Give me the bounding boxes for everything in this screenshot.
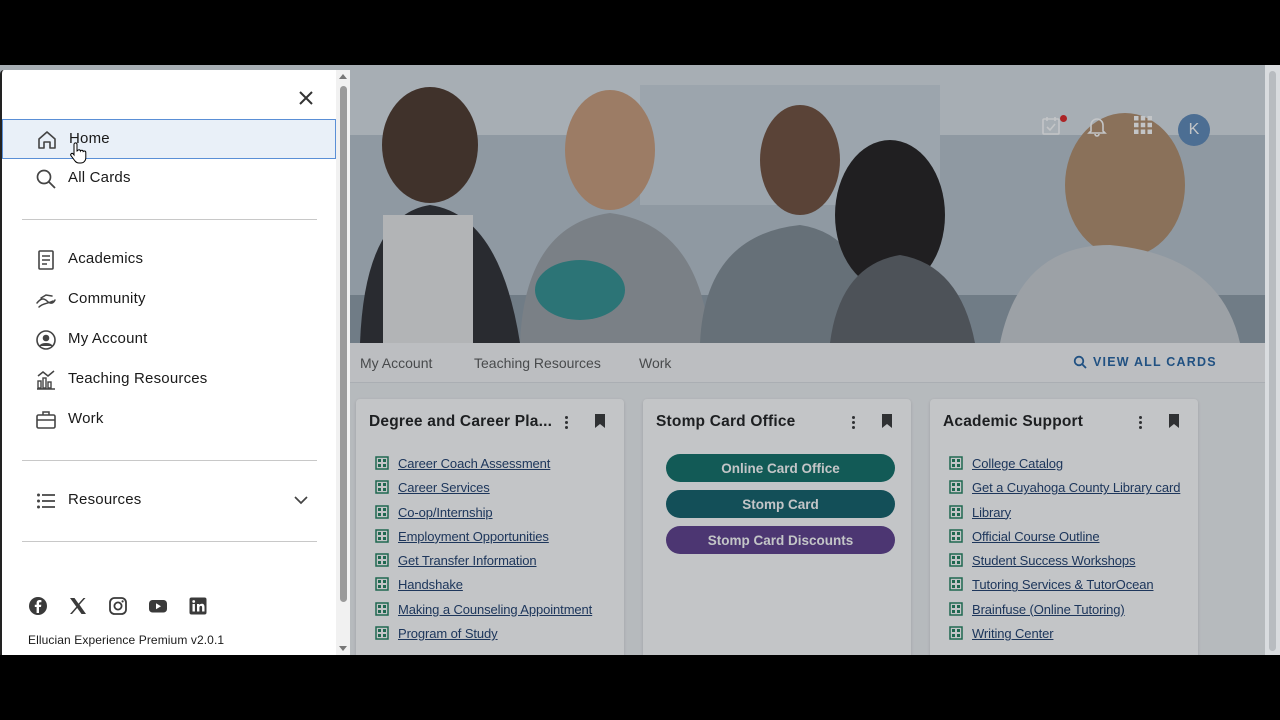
sidebar-item-label: Resources xyxy=(68,491,142,508)
sidebar-item-work[interactable]: Work xyxy=(2,399,336,439)
instagram-icon[interactable] xyxy=(108,596,128,616)
close-icon[interactable] xyxy=(296,88,316,108)
sidebar-item-label: Community xyxy=(68,290,146,307)
briefcase-icon xyxy=(36,411,56,429)
facebook-icon[interactable] xyxy=(28,596,48,616)
chevron-down-icon[interactable] xyxy=(294,495,308,505)
sidebar-item-label: Teaching Resources xyxy=(68,370,208,387)
sidebar-item-label: My Account xyxy=(68,330,148,347)
sidebar-item-all-cards[interactable]: All Cards xyxy=(2,158,336,198)
sidebar-item-home[interactable]: Home xyxy=(2,119,336,159)
sidebar-item-label: Work xyxy=(68,410,104,427)
scroll-up-arrow-icon[interactable] xyxy=(339,74,347,79)
search-icon xyxy=(36,169,56,189)
divider xyxy=(22,541,317,542)
sidebar-item-academics[interactable]: Academics xyxy=(2,239,336,279)
drawer-scrollbar[interactable] xyxy=(336,70,350,655)
page-scrollbar[interactable] xyxy=(1265,65,1280,655)
divider xyxy=(22,219,317,220)
hand-cursor-icon xyxy=(70,142,87,164)
home-icon xyxy=(38,131,56,149)
app-screen: K My Account Teaching Resources Work VIE… xyxy=(0,65,1280,655)
youtube-icon[interactable] xyxy=(148,596,168,616)
version-label: Ellucian Experience Premium v2.0.1 xyxy=(28,633,225,647)
x-icon[interactable] xyxy=(68,596,88,616)
sidebar-item-resources[interactable]: Resources xyxy=(2,480,336,520)
sidebar-item-community[interactable]: Community xyxy=(2,279,336,319)
linkedin-icon[interactable] xyxy=(188,596,208,616)
community-icon xyxy=(36,294,56,308)
chart-icon xyxy=(37,370,55,390)
account-circle-icon xyxy=(36,330,56,350)
divider xyxy=(22,460,317,461)
navigation-drawer: Home All Cards Academics Community My Ac… xyxy=(0,70,350,655)
sidebar-item-teaching-resources[interactable]: Teaching Resources xyxy=(2,359,336,399)
sidebar-item-label: Academics xyxy=(68,250,144,267)
sidebar-item-my-account[interactable]: My Account xyxy=(2,319,336,359)
sidebar-item-label: All Cards xyxy=(68,169,131,186)
page-scrollbar-thumb[interactable] xyxy=(1269,71,1276,651)
scroll-down-arrow-icon[interactable] xyxy=(339,646,347,651)
list-icon xyxy=(37,493,55,509)
drawer-scrollbar-thumb[interactable] xyxy=(340,86,347,602)
book-icon xyxy=(38,250,54,270)
